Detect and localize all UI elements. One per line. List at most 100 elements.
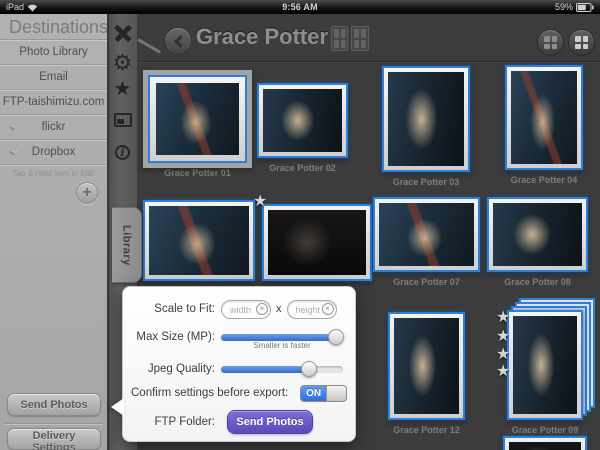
export-settings-popover: Scale to Fit: × x × Max Size (MP): Small… bbox=[122, 286, 356, 442]
slider-fill bbox=[221, 366, 309, 373]
send-photos-button[interactable]: Send Photos bbox=[227, 410, 313, 434]
photo-frame bbox=[143, 200, 255, 281]
clear-width-icon[interactable]: × bbox=[256, 303, 268, 315]
jpeg-quality-slider[interactable] bbox=[221, 366, 343, 373]
photo-thumbnail[interactable]: Grace Potter 05 bbox=[143, 200, 255, 296]
status-bar: iPad 9:56 AM 59% bbox=[0, 0, 600, 14]
rating-star-icon: ★ bbox=[496, 364, 510, 380]
pointer-line-icon bbox=[137, 38, 161, 54]
photo-thumbnail[interactable]: Grace Potter 04 bbox=[505, 65, 583, 185]
photo-thumbnail[interactable] bbox=[503, 436, 587, 450]
clear-height-icon[interactable]: × bbox=[322, 303, 334, 315]
scale-to-fit-label: Scale to Fit: bbox=[131, 303, 215, 315]
toggle-knob[interactable] bbox=[326, 386, 346, 401]
button-divider bbox=[4, 423, 103, 424]
delivery-settings-button[interactable]: Delivery Settings bbox=[7, 428, 101, 450]
info-button[interactable]: i bbox=[108, 139, 137, 165]
scale-button[interactable] bbox=[108, 107, 137, 133]
slider-thumb[interactable] bbox=[301, 361, 317, 377]
photo-thumbnail[interactable]: Grace Potter 08 bbox=[487, 197, 588, 287]
confirm-row: Confirm settings before export: ON bbox=[131, 383, 347, 403]
photo-frame bbox=[373, 197, 480, 272]
grid-size-small-button[interactable] bbox=[537, 29, 564, 56]
destination-label: Dropbox bbox=[32, 146, 75, 158]
page-title: Grace Potter bbox=[196, 24, 328, 50]
checkmark-icon bbox=[9, 122, 27, 132]
destination-flickr[interactable]: flickr bbox=[0, 115, 107, 140]
star-rating-button[interactable]: ★ bbox=[108, 76, 137, 102]
photo-image bbox=[149, 206, 249, 275]
photo-thumbnail[interactable]: Grace Potter 12 bbox=[388, 312, 465, 435]
photo-image bbox=[388, 72, 464, 166]
destination-label: Email bbox=[39, 71, 68, 83]
photo-label: Grace Potter 02 bbox=[257, 163, 348, 173]
jpeg-quality-label: Jpeg Quality: bbox=[131, 363, 215, 375]
photo-label: Grace Potter 08 bbox=[487, 277, 588, 287]
photo-frame bbox=[262, 204, 372, 281]
slider-fill bbox=[221, 334, 343, 341]
library-tab-label: Library bbox=[121, 225, 133, 266]
photo-thumbnail[interactable]: ★ Grace Potter 06 bbox=[262, 204, 372, 296]
star-icon: ★ bbox=[114, 79, 132, 99]
close-icon bbox=[114, 24, 132, 42]
close-button[interactable] bbox=[108, 20, 137, 46]
battery-icon bbox=[576, 3, 594, 12]
photo-image bbox=[394, 318, 459, 414]
photo-label: Grace Potter 09 bbox=[507, 425, 583, 435]
rating-star-icon: ★ bbox=[496, 347, 510, 363]
photo-image bbox=[263, 89, 342, 152]
send-photos-sidebar-button[interactable]: Send Photos bbox=[7, 393, 101, 416]
add-destination-button[interactable]: + bbox=[76, 182, 98, 204]
photo-image bbox=[156, 83, 239, 155]
height-field-wrap: × bbox=[287, 300, 337, 319]
dimension-separator: x bbox=[276, 303, 282, 315]
ftp-folder-label: FTP Folder: bbox=[131, 416, 215, 428]
destination-email[interactable]: Email bbox=[0, 65, 107, 90]
grid-icon bbox=[544, 36, 557, 49]
width-field-wrap: × bbox=[221, 300, 271, 319]
photo-thumbnail[interactable]: Grace Potter 07 bbox=[373, 197, 480, 287]
settings-button[interactable]: ⚙ bbox=[108, 50, 137, 76]
max-size-slider[interactable] bbox=[221, 334, 343, 341]
photo-label: Grace Potter 01 bbox=[148, 168, 247, 178]
photo-frame bbox=[487, 197, 588, 272]
photo-thumbnail[interactable]: Grace Potter 01 bbox=[148, 75, 247, 178]
grid-size-large-button[interactable] bbox=[568, 29, 595, 56]
destination-ftp[interactable]: FTP-taishimizu.com bbox=[0, 90, 107, 115]
photo-image bbox=[513, 316, 577, 414]
app-screen: iPad 9:56 AM 59% Destinations Photo Libr… bbox=[0, 0, 600, 450]
album-header: Grace Potter bbox=[137, 14, 600, 62]
photo-thumbnail[interactable]: Grace Potter 02 bbox=[257, 83, 348, 173]
scale-to-fit-row: Scale to Fit: × x × bbox=[131, 295, 347, 323]
library-tab[interactable]: Library bbox=[112, 207, 142, 283]
back-button[interactable] bbox=[164, 27, 192, 55]
destination-photo-library[interactable]: Photo Library bbox=[0, 40, 107, 65]
photo-image bbox=[493, 203, 582, 266]
photo-label: Grace Potter 07 bbox=[373, 277, 480, 287]
max-size-hint: Smaller is faster bbox=[221, 341, 343, 350]
clock: 9:56 AM bbox=[126, 2, 474, 12]
max-size-label: Max Size (MP): bbox=[131, 331, 215, 343]
wifi-icon bbox=[27, 3, 38, 12]
album-stack-button[interactable] bbox=[331, 26, 369, 51]
photo-thumbnail[interactable]: Grace Potter 03 bbox=[382, 66, 470, 187]
photo-image bbox=[268, 210, 366, 275]
destination-label: FTP-taishimizu.com bbox=[3, 96, 105, 108]
photo-label: Grace Potter 12 bbox=[388, 425, 465, 435]
destination-dropbox[interactable]: Dropbox bbox=[0, 140, 107, 165]
ftp-folder-row: FTP Folder: Send Photos bbox=[131, 409, 347, 435]
jpeg-quality-row: Jpeg Quality: bbox=[131, 357, 347, 381]
sidebar-title: Destinations bbox=[0, 14, 107, 40]
photo-stack-thumbnail[interactable]: ★ ★ ★ ★ Grace Potter 09 bbox=[507, 310, 583, 435]
photo-image bbox=[509, 442, 581, 450]
photo-frame bbox=[505, 65, 583, 170]
toggle-on-label: ON bbox=[301, 386, 326, 401]
confirm-toggle[interactable]: ON bbox=[300, 385, 347, 402]
photo-image bbox=[511, 71, 577, 164]
gear-icon: ⚙ bbox=[113, 52, 133, 74]
grid-icon bbox=[575, 36, 588, 49]
photo-frame bbox=[382, 66, 470, 172]
photo-frame bbox=[507, 310, 583, 420]
photo-frame bbox=[148, 75, 247, 163]
destinations-list: Photo Library Email FTP-taishimizu.com f… bbox=[0, 40, 107, 165]
